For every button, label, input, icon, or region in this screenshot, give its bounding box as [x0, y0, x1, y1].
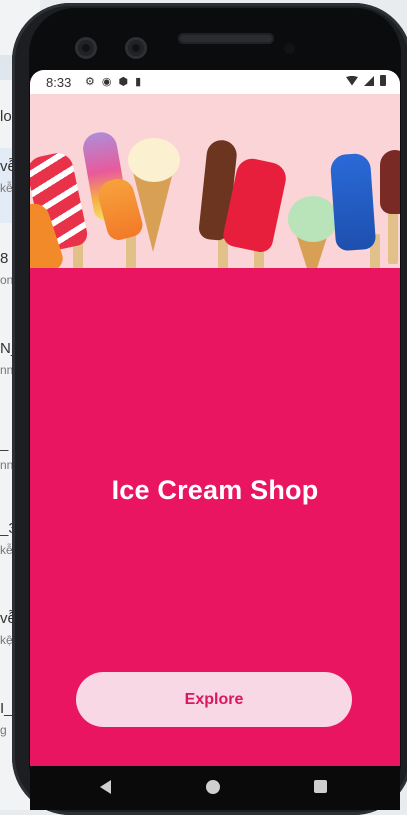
front-sensor-icon	[125, 37, 147, 59]
back-icon[interactable]	[100, 780, 111, 794]
hero-image	[30, 94, 400, 268]
navigation-bar	[30, 766, 400, 810]
settings-icon: ⚙	[85, 76, 95, 88]
app-title: Ice Cream Shop	[111, 475, 319, 505]
front-camera-icon	[75, 37, 97, 59]
recents-icon[interactable]	[314, 780, 327, 793]
android-icon: ◉	[101, 76, 112, 88]
vanilla-scoop	[128, 138, 180, 182]
app-screen: 8:33 ⚙ ◉ ⬢ ▮ Ice Cream Shop Explore	[30, 70, 400, 810]
status-bar: 8:33 ⚙ ◉ ⬢ ▮	[30, 70, 400, 94]
blue-popsicle	[329, 152, 377, 252]
wifi-icon	[346, 75, 358, 86]
system-status-icons	[346, 75, 386, 86]
shield-icon: ⬢	[118, 76, 129, 88]
waffle-cone	[133, 172, 173, 252]
explore-button[interactable]: Explore	[76, 672, 352, 727]
mint-scoop	[288, 196, 338, 242]
speaker-grille	[178, 33, 274, 44]
dark-popsicle	[380, 150, 400, 214]
battery-icon	[380, 75, 386, 86]
notification-icons: ⚙ ◉ ⬢ ▮	[85, 75, 141, 88]
sd-card-icon: ▮	[135, 76, 142, 88]
status-time: 8:33	[46, 75, 72, 90]
signal-icon	[364, 75, 374, 86]
proximity-sensor-icon	[284, 43, 295, 54]
home-icon[interactable]	[206, 780, 220, 794]
